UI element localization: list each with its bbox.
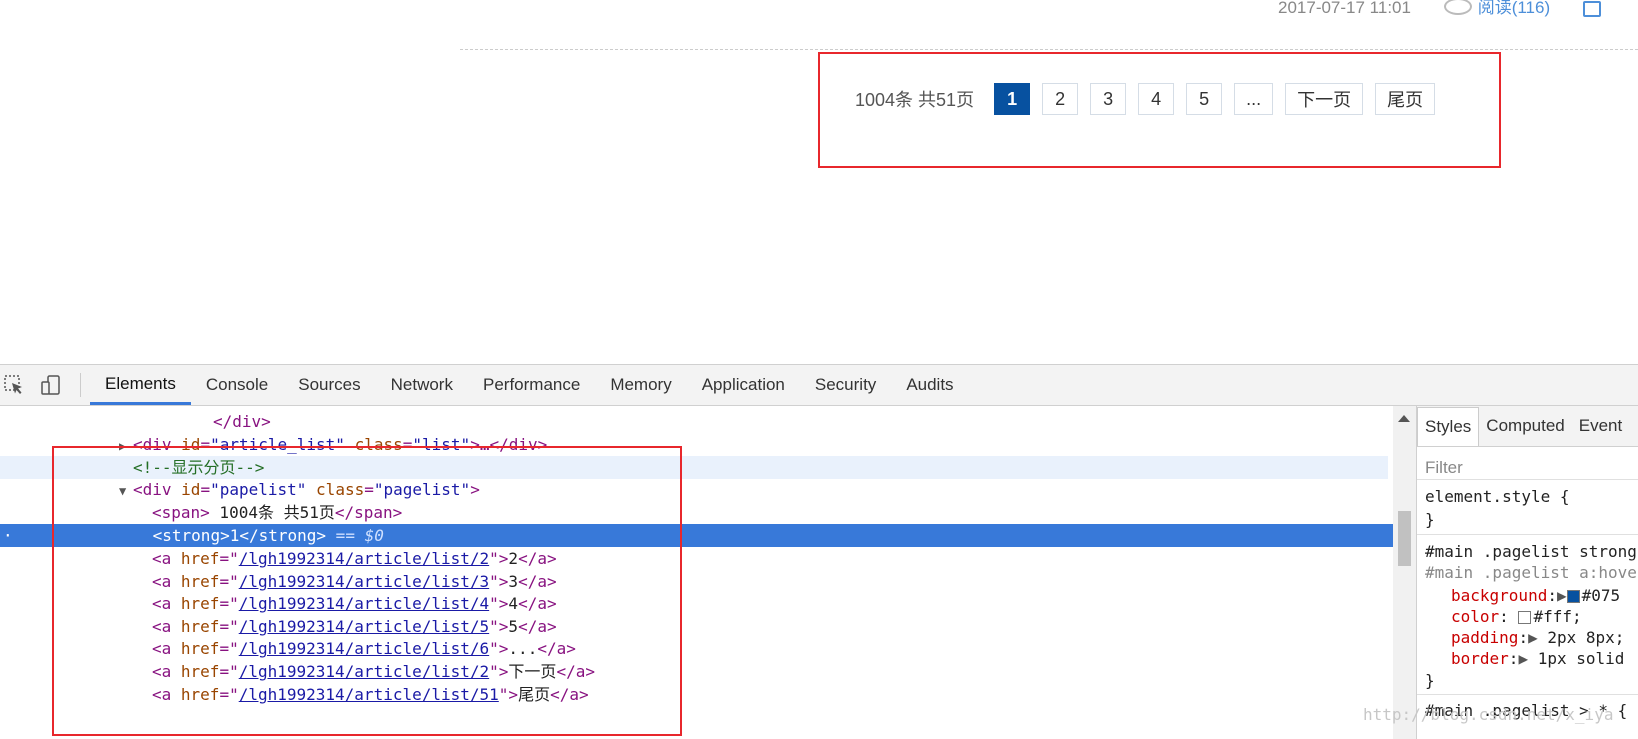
tab-elements[interactable]: Elements xyxy=(90,365,191,405)
rule-close-brace-2: } xyxy=(1425,671,1435,690)
comment-icon[interactable] xyxy=(1582,0,1601,17)
page-link-5[interactable]: ... xyxy=(1234,83,1274,115)
color-swatch-blue[interactable] xyxy=(1566,590,1580,603)
prop-border[interactable]: border:▶ 1px solid xyxy=(1451,648,1624,670)
styles-tabs: Styles Computed Event xyxy=(1417,406,1638,447)
tab-performance[interactable]: Performance xyxy=(468,365,595,405)
prop-padding[interactable]: padding:▶ 2px 8px; xyxy=(1451,627,1624,649)
device-toolbar-icon[interactable] xyxy=(40,374,62,396)
page-link-1[interactable]: 2 xyxy=(1042,83,1079,115)
color-swatch-white[interactable] xyxy=(1518,611,1532,624)
devtools-tabs: Elements Console Sources Network Performance… xyxy=(90,365,969,405)
elements-scrollbar[interactable] xyxy=(1393,406,1416,739)
pagination: 1004条 共51页 1 2 3 4 5... 下一页 尾页 xyxy=(855,82,1447,116)
tab-memory[interactable]: Memory xyxy=(595,365,686,405)
prop-color[interactable]: color: #fff; xyxy=(1451,606,1582,628)
devtools-tabbar: Elements Console Sources Network Performance… xyxy=(0,365,1638,406)
inspect-element-icon[interactable] xyxy=(3,374,25,396)
tab-event-listeners[interactable]: Event xyxy=(1572,406,1629,446)
page-link-3[interactable]: 4 xyxy=(1138,83,1175,115)
tab-sources[interactable]: Sources xyxy=(283,365,375,405)
article-meta: 2017-07-17 11:01 阅读(116) xyxy=(1278,0,1601,18)
eye-icon xyxy=(1443,0,1472,16)
article-date: 2017-07-17 11:01 xyxy=(1278,0,1411,17)
page-link-6[interactable]: 下一页 xyxy=(1285,83,1364,115)
tab-console[interactable]: Console xyxy=(191,365,283,405)
page-link-2[interactable]: 3 xyxy=(1090,83,1127,115)
pagination-total: 1004条 共51页 xyxy=(855,90,975,110)
dom-line-close-div[interactable]: </div> xyxy=(0,410,1393,433)
annotation-box-elements xyxy=(52,446,682,736)
scrollbar-thumb[interactable] xyxy=(1398,511,1411,566)
view-count[interactable]: 阅读(116) xyxy=(1443,0,1550,17)
scroll-up-arrow-icon[interactable] xyxy=(1398,415,1410,422)
tab-network[interactable]: Network xyxy=(376,365,468,405)
toolbar-separator xyxy=(80,373,81,397)
page-link-4[interactable]: 5 xyxy=(1186,83,1223,115)
prop-background[interactable]: background:▶ #075 xyxy=(1451,585,1620,607)
watermark: http://blog.csdn.net/x_iya xyxy=(1363,705,1614,724)
tab-styles[interactable]: Styles xyxy=(1417,407,1480,446)
rule-close-brace: } xyxy=(1425,510,1435,529)
styles-pane: Styles Computed Event Filter element.sty… xyxy=(1416,406,1638,739)
tab-audits[interactable]: Audits xyxy=(891,365,968,405)
web-page: 2017-07-17 11:01 阅读(116) 1004条 共51页 1234… xyxy=(0,0,1638,364)
divider xyxy=(460,49,1638,50)
element-style-rule[interactable]: element.style { xyxy=(1425,486,1570,508)
selector-pagelist-strong[interactable]: #main .pagelist strong xyxy=(1425,541,1637,563)
tab-computed[interactable]: Computed xyxy=(1479,406,1571,446)
tab-security[interactable]: Security xyxy=(800,365,891,405)
tab-application[interactable]: Application xyxy=(687,365,800,405)
page-link-7[interactable]: 尾页 xyxy=(1375,83,1436,115)
styles-filter-input[interactable]: Filter xyxy=(1425,458,1463,478)
page-link-0[interactable]: 1 xyxy=(994,83,1031,115)
selector-pagelist-a-hover[interactable]: #main .pagelist a:hover xyxy=(1425,562,1638,584)
